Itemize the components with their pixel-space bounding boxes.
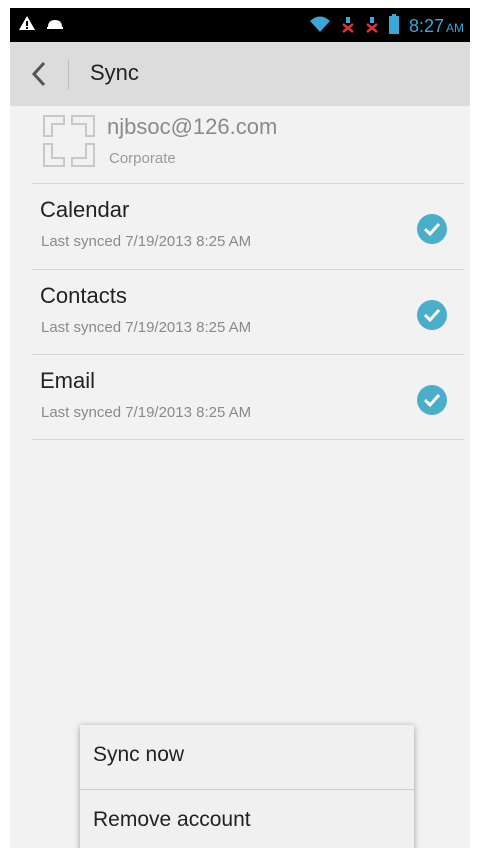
menu-item-remove-account[interactable]: Remove account: [80, 790, 414, 848]
sync-item-name: Email: [40, 368, 96, 393]
sync-item-last-synced: Last synced 7/19/2013 8:25 AM: [41, 404, 252, 421]
menu-item-label: Sync now: [93, 743, 185, 766]
warning-icon: [18, 15, 36, 35]
sync-item-contacts[interactable]: Contacts Last synced 7/19/2013 8:25 AM: [10, 271, 470, 355]
check-icon[interactable]: [416, 384, 448, 416]
notification-icon: [46, 16, 64, 35]
sync-item-last-synced: Last synced 7/19/2013 8:25 AM: [41, 233, 252, 250]
divider: [32, 183, 464, 184]
overflow-menu: Sync now Remove account: [80, 725, 414, 848]
status-bar: 8:27 AM: [10, 8, 470, 42]
divider: [32, 354, 464, 355]
sync-item-name: Calendar: [40, 197, 130, 222]
account-corners-icon: [42, 114, 96, 168]
check-icon[interactable]: [416, 299, 448, 331]
wifi-icon: [309, 15, 331, 37]
device-screen: 8:27 AM Sync njbsoc@126.com Corporate Ca…: [10, 8, 470, 848]
menu-item-sync-now[interactable]: Sync now: [80, 725, 414, 789]
divider: [32, 269, 464, 270]
sync-item-calendar[interactable]: Calendar Last synced 7/19/2013 8:25 AM: [10, 185, 470, 269]
sync-item-email[interactable]: Email Last synced 7/19/2013 8:25 AM: [10, 356, 470, 440]
back-button[interactable]: [28, 60, 52, 88]
divider: [32, 439, 464, 440]
no-signal-icon: [341, 15, 355, 37]
account-header: njbsoc@126.com Corporate: [10, 106, 470, 186]
account-type: Corporate: [109, 150, 176, 167]
clock-ampm: AM: [446, 20, 464, 35]
menu-item-label: Remove account: [93, 808, 251, 831]
sync-item-last-synced: Last synced 7/19/2013 8:25 AM: [41, 319, 252, 336]
page-title: Sync: [90, 60, 139, 85]
account-email: njbsoc@126.com: [107, 114, 278, 139]
clock: 8:27 AM: [409, 16, 464, 37]
clock-time: 8:27: [408, 15, 444, 36]
no-signal-icon: [365, 15, 379, 37]
back-arrow-icon: [31, 61, 46, 87]
app-bar-divider: [68, 60, 69, 90]
app-bar: Sync: [10, 42, 470, 106]
battery-icon: [388, 14, 399, 38]
sync-item-name: Contacts: [40, 283, 127, 308]
check-icon[interactable]: [416, 213, 448, 245]
